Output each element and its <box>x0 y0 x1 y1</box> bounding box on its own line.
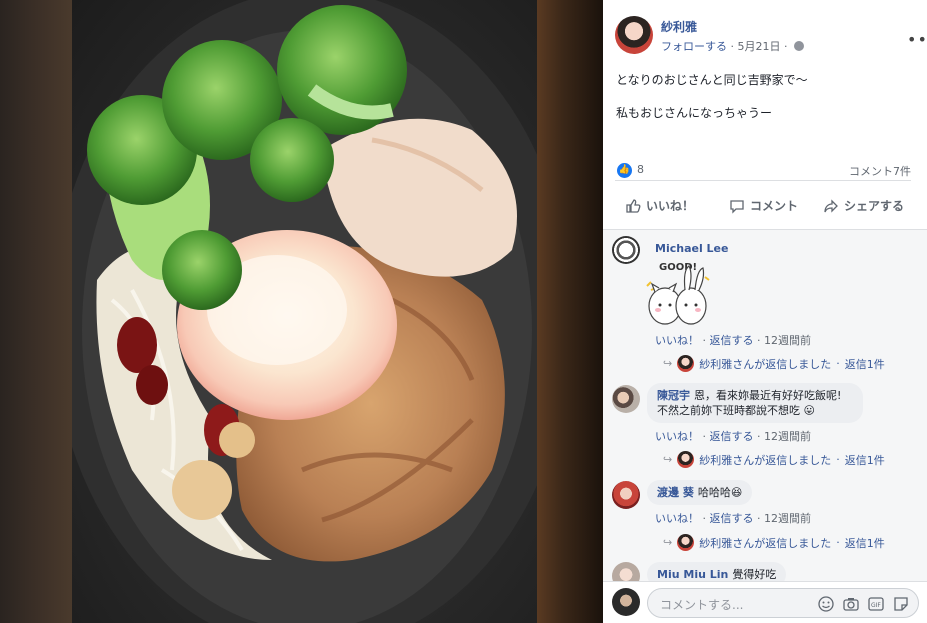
composer-icons: GIF <box>817 595 910 613</box>
follow-link[interactable]: フォローする <box>661 40 727 53</box>
author-avatar[interactable] <box>615 16 653 54</box>
comment-reply-link[interactable]: 返信する <box>710 512 754 525</box>
comment-input[interactable]: コメントする... GIF <box>647 588 919 618</box>
comment-text-line-1: 覺得好吃 <box>732 568 777 581</box>
sticker-text: GOOD! <box>659 262 697 273</box>
comment-text-line-2: 不然之前妳下班時都說不想吃 <box>657 404 800 417</box>
meta-separator-2: · <box>780 40 791 53</box>
comment-icon <box>730 199 744 214</box>
comment-bubble: 陳冠宇 恩，看來妳最近有好好吃飯呢! 不然之前妳下班時都說不想吃 😛 <box>647 383 863 423</box>
good-sticker: GOOD! <box>643 260 715 328</box>
replier-avatar <box>677 534 695 551</box>
like-button-label: いいね！ <box>646 199 695 213</box>
share-button[interactable]: シェアする <box>823 197 904 214</box>
tongue-emoji-icon: 😛 <box>803 404 815 417</box>
share-icon <box>824 198 838 213</box>
laughing-emoji-icon: 😆 <box>730 486 743 499</box>
comment-input-placeholder: コメントする... <box>660 598 744 612</box>
food-bowl-illustration <box>72 0 537 623</box>
reply-count: 返信1件 <box>844 453 885 467</box>
svg-text:GIF: GIF <box>871 602 881 609</box>
photo-background-left <box>0 0 72 623</box>
commenter-avatar[interactable] <box>612 481 640 509</box>
like-button[interactable]: いいね！ <box>625 197 694 214</box>
camera-icon[interactable] <box>842 595 860 613</box>
comment-bubble: 渡邊 葵哈哈哈😆 <box>647 480 753 505</box>
comment-reply-link[interactable]: 返信する <box>710 334 754 347</box>
meta-separator: · <box>727 40 738 53</box>
globe-icon <box>794 41 804 51</box>
more-options-icon[interactable]: ••• <box>907 32 927 48</box>
replier-avatar <box>677 451 695 468</box>
commenter-name[interactable]: 陳冠宇 <box>657 389 690 402</box>
author-name[interactable]: 紗利雅 <box>661 18 697 35</box>
comment-time[interactable]: 12週間前 <box>764 430 811 443</box>
share-button-label: シェアする <box>844 199 905 213</box>
comment-text-line-1: 哈哈哈 <box>697 486 731 499</box>
dot-separator: · <box>836 357 840 370</box>
commenter-avatar[interactable] <box>612 562 640 581</box>
reply-count: 返信1件 <box>844 357 885 371</box>
commenter-name[interactable]: Miu Miu Lin <box>657 568 728 581</box>
commenter-avatar[interactable] <box>612 385 640 413</box>
post-actions: いいね！ コメント シェアする <box>615 190 911 224</box>
comment-text-line-1: 恩，看來妳最近有好好吃飯呢! <box>694 389 842 402</box>
comment-like-link[interactable]: いいね！ <box>655 430 699 443</box>
post-stats: 👍 8 コメント7件 <box>615 161 911 181</box>
post-date[interactable]: 5月21日 <box>738 40 781 53</box>
dot-separator: · <box>836 453 840 466</box>
dot-separator: · <box>836 536 840 549</box>
reply-summary[interactable]: ↪ 紗利雅さんが返信しました · 返信1件 <box>663 355 885 372</box>
like-count[interactable]: 8 <box>637 163 644 176</box>
dot-separator: · <box>753 512 764 525</box>
comments-list: Michael Lee GOOD! いいね！ · 返信する · 12週間前 ↪ … <box>603 229 927 581</box>
replier-avatar <box>677 355 695 372</box>
comment-bubble: Miu Miu Lin 覺得好吃 <box>647 562 787 581</box>
reply-count: 返信1件 <box>844 536 885 550</box>
gif-icon[interactable]: GIF <box>867 595 885 613</box>
commenter-name[interactable]: 渡邊 葵 <box>657 486 694 499</box>
comment-like-link[interactable]: いいね！ <box>655 512 699 525</box>
comment-composer: コメントする... GIF <box>603 581 927 623</box>
reply-summary-text: 紗利雅さんが返信しました <box>699 453 832 467</box>
dot-separator: · <box>699 512 710 525</box>
commenter-name[interactable]: Michael Lee <box>655 242 728 255</box>
post-photo[interactable] <box>72 0 537 623</box>
post-header: 紗利雅 フォローする · 5月21日 · ••• <box>615 16 927 56</box>
reply-arrow-icon: ↪ <box>663 536 673 549</box>
dot-separator: · <box>699 334 710 347</box>
comment-time[interactable]: 12週間前 <box>764 334 811 347</box>
thumbs-up-icon <box>626 198 641 213</box>
reply-summary-text: 紗利雅さんが返信しました <box>699 536 832 550</box>
post-text-line-2: 私もおじさんになっちゃうー <box>616 106 773 120</box>
comment-button-label: コメント <box>750 199 799 213</box>
viewer-avatar <box>612 588 640 616</box>
like-reaction-icon[interactable]: 👍 <box>617 163 632 178</box>
photo-viewer[interactable] <box>0 0 603 623</box>
comment-actions: いいね！ · 返信する · 12週間前 <box>655 428 811 444</box>
photo-background-right <box>537 0 603 623</box>
reply-arrow-icon: ↪ <box>663 453 673 466</box>
comment-button[interactable]: コメント <box>729 197 798 214</box>
comment-actions: いいね！ · 返信する · 12週間前 <box>655 332 811 348</box>
comment-like-link[interactable]: いいね！ <box>655 334 699 347</box>
dot-separator: · <box>753 430 764 443</box>
emoji-icon[interactable] <box>817 595 835 613</box>
comment-count[interactable]: コメント7件 <box>849 163 911 179</box>
commenter-avatar[interactable] <box>612 236 640 264</box>
comment-time[interactable]: 12週間前 <box>764 512 811 525</box>
dot-separator: · <box>699 430 710 443</box>
reply-summary[interactable]: ↪ 紗利雅さんが返信しました · 返信1件 <box>663 451 885 468</box>
reply-arrow-icon: ↪ <box>663 357 673 370</box>
post-meta: フォローする · 5月21日 · <box>661 38 804 54</box>
reply-summary-text: 紗利雅さんが返信しました <box>699 357 832 371</box>
comment-reply-link[interactable]: 返信する <box>710 430 754 443</box>
dot-separator: · <box>753 334 764 347</box>
sticker-icon[interactable] <box>892 595 910 613</box>
post-panel: 紗利雅 フォローする · 5月21日 · ••• となりのおじさんと同じ吉野家で… <box>603 0 927 623</box>
post-text-line-1: となりのおじさんと同じ吉野家で～ <box>616 73 808 87</box>
comment-actions: いいね！ · 返信する · 12週間前 <box>655 510 811 526</box>
reply-summary[interactable]: ↪ 紗利雅さんが返信しました · 返信1件 <box>663 534 885 551</box>
